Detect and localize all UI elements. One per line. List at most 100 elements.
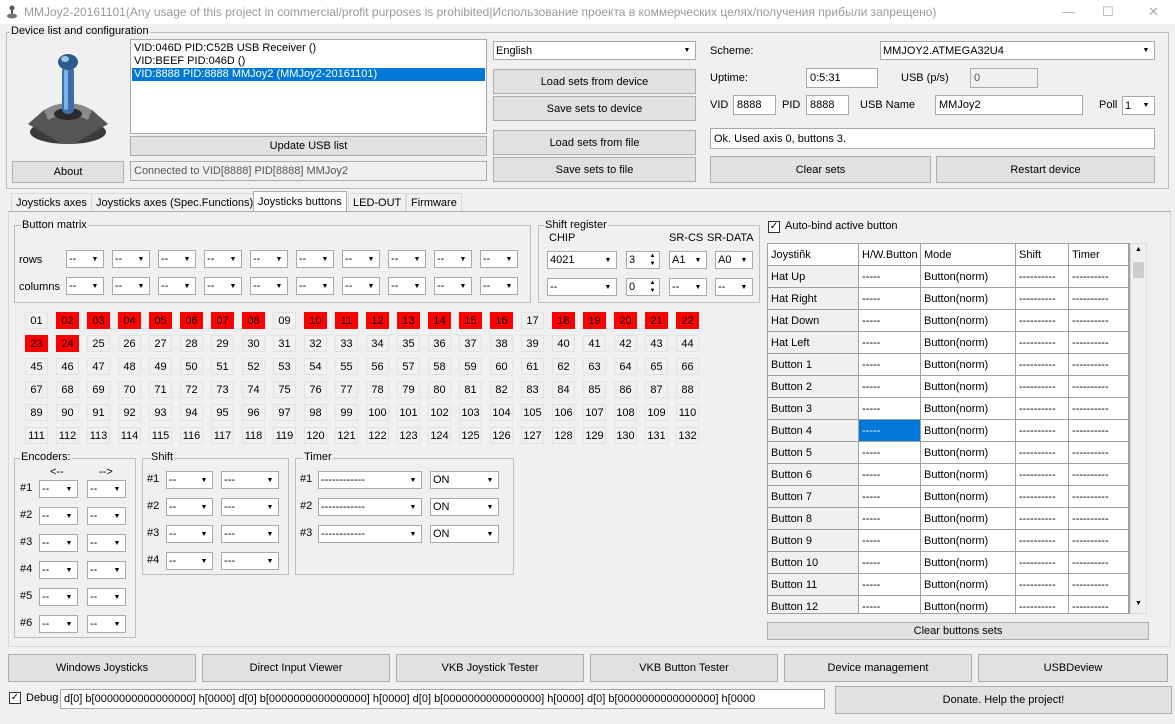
shift-select[interactable]: -- ▼ bbox=[166, 525, 213, 543]
matrix-column-select[interactable]: -- ▼ bbox=[250, 277, 288, 295]
table-cell-timer[interactable]: ---------- bbox=[1069, 376, 1129, 398]
arrow-down-icon[interactable]: ▼ bbox=[650, 261, 656, 267]
device-list-item[interactable]: VID:046D PID:C52B USB Receiver () bbox=[132, 42, 485, 55]
sr-data-select-1[interactable]: A0 ▼ bbox=[715, 251, 753, 269]
scroll-down-icon[interactable]: ▼ bbox=[1135, 600, 1142, 607]
table-cell-mode[interactable]: Button(norm) bbox=[921, 442, 1016, 464]
device-list[interactable]: VID:046D PID:C52B USB Receiver () VID:BE… bbox=[130, 39, 487, 134]
matrix-row-select[interactable]: -- ▼ bbox=[250, 250, 288, 268]
table-cell-mode[interactable]: Button(norm) bbox=[921, 486, 1016, 508]
table-cell-hw[interactable]: ----- bbox=[859, 442, 921, 464]
encoder-left-select[interactable]: -- ▼ bbox=[39, 561, 78, 579]
about-button[interactable]: About bbox=[12, 161, 124, 183]
button-mapping-table[interactable]: Joystiñk H/W.Button Mode Shift Timer Hat Up --… bbox=[767, 243, 1130, 614]
table-cell-hw[interactable]: ----- bbox=[859, 596, 921, 613]
table-cell-mode[interactable]: Button(norm) bbox=[921, 398, 1016, 420]
table-cell-hw[interactable]: ----- bbox=[859, 310, 921, 332]
vkb-button-tester-button[interactable]: VKB Button Tester bbox=[590, 654, 778, 682]
shift-target-select[interactable]: --- ▼ bbox=[221, 498, 279, 516]
table-cell-hw[interactable]: ----- bbox=[859, 376, 921, 398]
matrix-row-select[interactable]: -- ▼ bbox=[112, 250, 150, 268]
arrow-down-icon[interactable]: ▼ bbox=[650, 288, 656, 294]
matrix-row-select[interactable]: -- ▼ bbox=[158, 250, 196, 268]
chip-select-1[interactable]: 4021 ▼ bbox=[547, 251, 617, 269]
encoder-left-select[interactable]: -- ▼ bbox=[39, 588, 78, 606]
matrix-column-select[interactable]: -- ▼ bbox=[480, 277, 518, 295]
table-cell-shift[interactable]: ---------- bbox=[1016, 310, 1069, 332]
timer-state-select[interactable]: ON ▼ bbox=[430, 471, 499, 489]
matrix-column-select[interactable]: -- ▼ bbox=[342, 277, 380, 295]
table-scrollbar[interactable]: ▲ ▼ bbox=[1130, 243, 1147, 614]
shift-target-select[interactable]: --- ▼ bbox=[221, 525, 279, 543]
debug-checkbox[interactable]: ✓ bbox=[9, 692, 21, 704]
table-cell-hw[interactable]: ----- bbox=[859, 420, 921, 442]
scheme-select[interactable]: MMJOY2.ATMEGA32U4 ▼ bbox=[880, 41, 1155, 60]
table-cell-hw[interactable]: ----- bbox=[859, 508, 921, 530]
matrix-row-select[interactable]: -- ▼ bbox=[434, 250, 472, 268]
vkb-joystick-tester-button[interactable]: VKB Joystick Tester bbox=[396, 654, 584, 682]
table-cell-shift[interactable]: ---------- bbox=[1016, 332, 1069, 354]
table-cell-mode[interactable]: Button(norm) bbox=[921, 420, 1016, 442]
table-cell-shift[interactable]: ---------- bbox=[1016, 288, 1069, 310]
encoder-right-select[interactable]: -- ▼ bbox=[87, 615, 126, 633]
table-cell-timer[interactable]: ---------- bbox=[1069, 442, 1129, 464]
table-cell-shift[interactable]: ---------- bbox=[1016, 266, 1069, 288]
usb-name-field[interactable]: MMJoy2 bbox=[935, 95, 1083, 115]
table-cell-shift[interactable]: ---------- bbox=[1016, 530, 1069, 552]
encoder-left-select[interactable]: -- ▼ bbox=[39, 507, 78, 525]
timer-select[interactable]: ------------ ▼ bbox=[318, 498, 422, 516]
table-cell-timer[interactable]: ---------- bbox=[1069, 420, 1129, 442]
table-cell-mode[interactable]: Button(norm) bbox=[921, 508, 1016, 530]
column-header[interactable]: Joystiñk bbox=[768, 244, 859, 266]
chip-count-stepper-2[interactable]: 0 ▲ ▼ bbox=[626, 278, 660, 296]
table-cell-shift[interactable]: ---------- bbox=[1016, 442, 1069, 464]
sr-data-select-2[interactable]: -- ▼ bbox=[715, 278, 753, 296]
column-header[interactable]: H/W.Button bbox=[859, 244, 921, 266]
table-cell-timer[interactable]: ---------- bbox=[1069, 398, 1129, 420]
encoder-left-select[interactable]: -- ▼ bbox=[39, 480, 78, 498]
table-cell-mode[interactable]: Button(norm) bbox=[921, 596, 1016, 613]
table-cell-timer[interactable]: ---------- bbox=[1069, 552, 1129, 574]
table-cell-mode[interactable]: Button(norm) bbox=[921, 530, 1016, 552]
usbdeview-button[interactable]: USBDeview bbox=[978, 654, 1168, 682]
save-sets-to-device-button[interactable]: Save sets to device bbox=[493, 96, 696, 121]
table-cell-hw[interactable]: ----- bbox=[859, 530, 921, 552]
encoder-right-select[interactable]: -- ▼ bbox=[87, 507, 126, 525]
maximize-icon[interactable]: ☐ bbox=[1102, 4, 1114, 20]
column-header[interactable]: Timer bbox=[1069, 244, 1129, 266]
encoder-right-select[interactable]: -- ▼ bbox=[87, 534, 126, 552]
table-cell-timer[interactable]: ---------- bbox=[1069, 530, 1129, 552]
table-cell-mode[interactable]: Button(norm) bbox=[921, 310, 1016, 332]
encoder-right-select[interactable]: -- ▼ bbox=[87, 480, 126, 498]
restart-device-button[interactable]: Restart device bbox=[936, 156, 1155, 183]
table-cell-shift[interactable]: ---------- bbox=[1016, 552, 1069, 574]
table-cell-hw[interactable]: ----- bbox=[859, 398, 921, 420]
matrix-row-select[interactable]: -- ▼ bbox=[204, 250, 242, 268]
table-cell-shift[interactable]: ---------- bbox=[1016, 420, 1069, 442]
timer-state-select[interactable]: ON ▼ bbox=[430, 498, 499, 516]
table-cell-shift[interactable]: ---------- bbox=[1016, 596, 1069, 613]
matrix-row-select[interactable]: -- ▼ bbox=[296, 250, 334, 268]
sr-cs-select-1[interactable]: A1 ▼ bbox=[669, 251, 707, 269]
clear-buttons-sets-button[interactable]: Clear buttons sets bbox=[767, 622, 1149, 640]
encoder-right-select[interactable]: -- ▼ bbox=[87, 588, 126, 606]
table-cell-hw[interactable]: ----- bbox=[859, 288, 921, 310]
matrix-row-select[interactable]: -- ▼ bbox=[66, 250, 104, 268]
table-cell-hw[interactable]: ----- bbox=[859, 552, 921, 574]
load-sets-from-file-button[interactable]: Load sets from file bbox=[493, 130, 696, 155]
encoder-right-select[interactable]: -- ▼ bbox=[87, 561, 126, 579]
shift-select[interactable]: -- ▼ bbox=[166, 552, 213, 570]
matrix-column-select[interactable]: -- ▼ bbox=[66, 277, 104, 295]
matrix-column-select[interactable]: -- ▼ bbox=[296, 277, 334, 295]
table-cell-timer[interactable]: ---------- bbox=[1069, 332, 1129, 354]
table-cell-mode[interactable]: Button(norm) bbox=[921, 552, 1016, 574]
table-cell-mode[interactable]: Button(norm) bbox=[921, 376, 1016, 398]
table-cell-timer[interactable]: ---------- bbox=[1069, 288, 1129, 310]
column-header[interactable]: Mode bbox=[921, 244, 1016, 266]
table-cell-shift[interactable]: ---------- bbox=[1016, 398, 1069, 420]
sr-cs-select-2[interactable]: -- ▼ bbox=[669, 278, 707, 296]
table-cell-mode[interactable]: Button(norm) bbox=[921, 574, 1016, 596]
tab-led-out[interactable]: LED-OUT bbox=[348, 193, 407, 212]
tab-joysticks-axes-spec[interactable]: Joysticks axes (Spec.Functions) bbox=[91, 193, 259, 212]
update-usb-list-button[interactable]: Update USB list bbox=[130, 136, 487, 156]
